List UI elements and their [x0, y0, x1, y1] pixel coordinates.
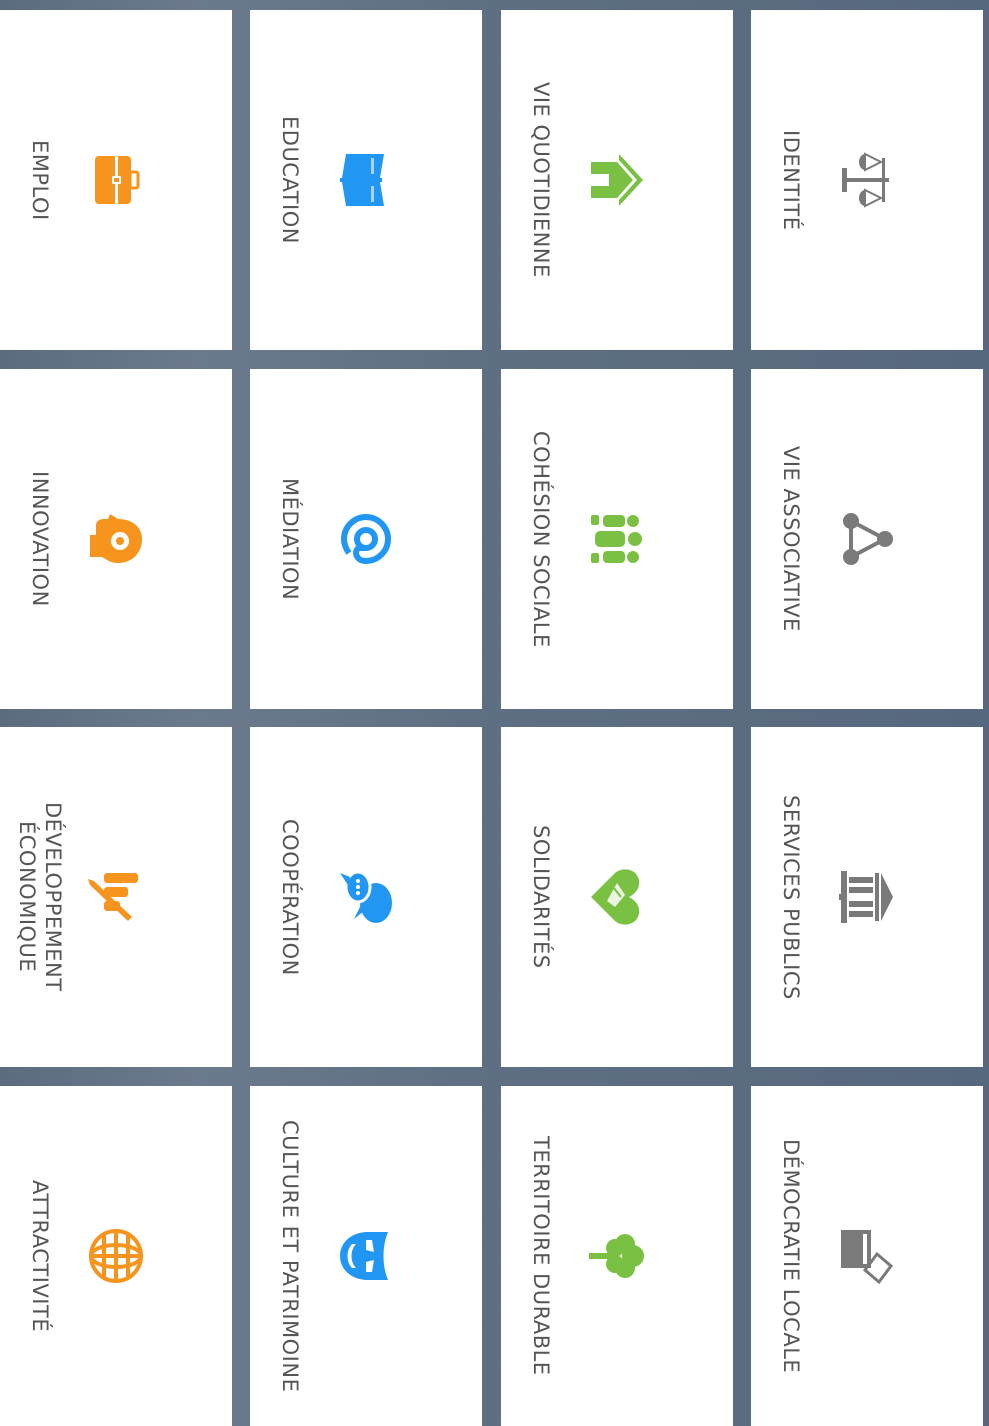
theme-grid: EMPLOI EDUCATION VIE QUOTIDIENNE IDENTIT…: [0, 0, 989, 1426]
tile-label: COHÉSION SOCIALE: [529, 430, 553, 648]
tile-solidarites[interactable]: SOLIDARITÉS: [501, 727, 733, 1067]
tile-attractivite[interactable]: ATTRACTIVITÉ: [0, 1086, 232, 1426]
briefcase-icon: [84, 148, 148, 212]
group-icon: [585, 507, 649, 571]
tile-cooperation[interactable]: COOPÉRATION: [250, 727, 482, 1067]
book-icon: [334, 148, 398, 212]
at-sign-icon: [334, 507, 398, 571]
tile-label: DÉMOCRATIE LOCALE: [779, 1138, 803, 1374]
tile-developpement-economique[interactable]: DÉVELOPPEMENT ÉCONOMIQUE: [0, 727, 232, 1067]
tile-label: SERVICES PUBLICS: [779, 794, 803, 1000]
tile-label: VIE QUOTIDIENNE: [529, 82, 553, 278]
tile-cohesion-sociale[interactable]: COHÉSION SOCIALE: [501, 369, 733, 709]
tile-vie-associative[interactable]: VIE ASSOCIATIVE: [751, 369, 983, 709]
handshake-heart-icon: [585, 865, 649, 929]
tile-territoire-durable[interactable]: TERRITOIRE DURABLE: [501, 1086, 733, 1426]
tile-label: CULTURE ET PATRIMOINE: [278, 1119, 302, 1393]
tile-identite[interactable]: IDENTITÉ: [751, 10, 983, 350]
tile-culture-et-patrimoine[interactable]: CULTURE ET PATRIMOINE: [250, 1086, 482, 1426]
home-icon: [585, 148, 649, 212]
tile-label: INNOVATION: [28, 471, 52, 607]
tile-services-publics[interactable]: SERVICES PUBLICS: [751, 727, 983, 1067]
tile-democratie-locale[interactable]: DÉMOCRATIE LOCALE: [751, 1086, 983, 1426]
tile-label: EDUCATION: [278, 116, 302, 244]
tree-icon: [585, 1224, 649, 1288]
theatre-mask-icon: [334, 1224, 398, 1288]
tile-label: DÉVELOPPEMENT ÉCONOMIQUE: [15, 802, 65, 992]
tile-label: TERRITOIRE DURABLE: [529, 1136, 553, 1376]
tile-label: MÉDIATION: [278, 477, 302, 601]
head-gear-icon: [84, 507, 148, 571]
speech-bubbles-icon: [334, 865, 398, 929]
tile-label: SOLIDARITÉS: [529, 825, 553, 969]
tile-label: VIE ASSOCIATIVE: [779, 446, 803, 632]
tile-label: ATTRACTIVITÉ: [28, 1179, 52, 1333]
globe-icon: [84, 1224, 148, 1288]
tile-vie-quotidienne[interactable]: VIE QUOTIDIENNE: [501, 10, 733, 350]
tile-innovation[interactable]: INNOVATION: [0, 369, 232, 709]
tile-education[interactable]: EDUCATION: [250, 10, 482, 350]
ballot-box-icon: [835, 1224, 899, 1288]
tile-label: IDENTITÉ: [779, 129, 803, 231]
tile-label: COOPÉRATION: [278, 818, 302, 976]
chart-pen-icon: [84, 865, 148, 929]
public-building-icon: [835, 865, 899, 929]
tile-label: EMPLOI: [28, 139, 52, 221]
tile-mediation[interactable]: MÉDIATION: [250, 369, 482, 709]
scales-icon: [835, 148, 899, 212]
network-icon: [835, 507, 899, 571]
tile-emploi[interactable]: EMPLOI: [0, 10, 232, 350]
